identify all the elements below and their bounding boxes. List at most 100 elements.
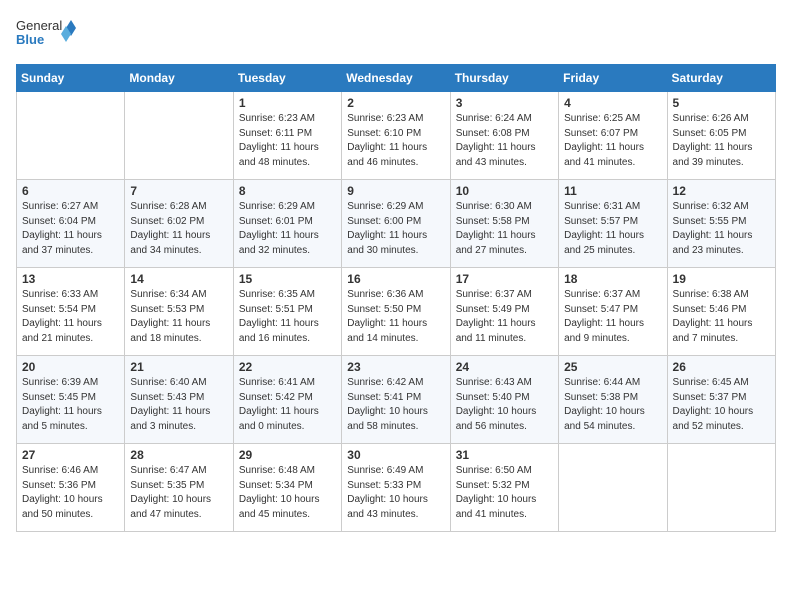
calendar-cell: 19Sunrise: 6:38 AM Sunset: 5:46 PM Dayli… bbox=[667, 268, 775, 356]
day-number: 7 bbox=[130, 184, 227, 198]
calendar-cell: 24Sunrise: 6:43 AM Sunset: 5:40 PM Dayli… bbox=[450, 356, 558, 444]
day-info: Sunrise: 6:35 AM Sunset: 5:51 PM Dayligh… bbox=[239, 288, 336, 346]
day-info: Sunrise: 6:29 AM Sunset: 6:01 PM Dayligh… bbox=[239, 200, 336, 258]
calendar-cell: 27 Sunrise: 6:46 AM Sunset: 5:36 PM Dayli… bbox=[17, 444, 125, 532]
calendar-cell: 12Sunrise: 6:32 AM Sunset: 5:55 PM Dayli… bbox=[667, 180, 775, 268]
calendar-week-row: 20Sunrise: 6:39 AM Sunset: 5:45 PM Dayli… bbox=[17, 356, 776, 444]
day-number: 15 bbox=[239, 272, 336, 286]
calendar-week-row: 27 Sunrise: 6:46 AM Sunset: 5:36 PM Dayli… bbox=[17, 444, 776, 532]
calendar-table: SundayMondayTuesdayWednesdayThursdayFrid… bbox=[16, 64, 776, 532]
calendar-cell: 1Sunrise: 6:23 AM Sunset: 6:11 PM Daylig… bbox=[233, 92, 341, 180]
weekday-label: Saturday bbox=[667, 65, 775, 92]
calendar-body: 1Sunrise: 6:23 AM Sunset: 6:11 PM Daylig… bbox=[17, 92, 776, 532]
calendar-cell bbox=[667, 444, 775, 532]
calendar-cell: 7 Sunrise: 6:28 AM Sunset: 6:02 PM Daylig… bbox=[125, 180, 233, 268]
day-info: Sunrise: 6:34 AM Sunset: 5:53 PM Dayligh… bbox=[130, 288, 227, 346]
day-number: 3 bbox=[456, 96, 553, 110]
svg-text:Blue: Blue bbox=[16, 32, 44, 47]
day-info: Sunrise: 6:43 AM Sunset: 5:40 PM Dayligh… bbox=[456, 376, 553, 434]
day-info: Sunrise: 6:36 AM Sunset: 5:50 PM Dayligh… bbox=[347, 288, 444, 346]
day-number: 4 bbox=[564, 96, 661, 110]
day-info: Sunrise: 6:44 AM Sunset: 5:38 PM Dayligh… bbox=[564, 376, 661, 434]
day-number: 2 bbox=[347, 96, 444, 110]
day-info: Sunrise: 6:37 AM Sunset: 5:49 PM Dayligh… bbox=[456, 288, 553, 346]
calendar-cell: 5 Sunrise: 6:26 AM Sunset: 6:05 PM Daylig… bbox=[667, 92, 775, 180]
calendar-week-row: 1Sunrise: 6:23 AM Sunset: 6:11 PM Daylig… bbox=[17, 92, 776, 180]
weekday-label: Thursday bbox=[450, 65, 558, 92]
day-info: Sunrise: 6:27 AM Sunset: 6:04 PM Dayligh… bbox=[22, 200, 119, 258]
day-number: 8 bbox=[239, 184, 336, 198]
svg-text:General: General bbox=[16, 18, 62, 33]
day-number: 16 bbox=[347, 272, 444, 286]
day-number: 9 bbox=[347, 184, 444, 198]
weekday-label: Monday bbox=[125, 65, 233, 92]
day-number: 28 bbox=[130, 448, 227, 462]
day-info: Sunrise: 6:32 AM Sunset: 5:55 PM Dayligh… bbox=[673, 200, 770, 258]
day-info: Sunrise: 6:46 AM Sunset: 5:36 PM Dayligh… bbox=[22, 464, 119, 522]
day-number: 19 bbox=[673, 272, 770, 286]
calendar-cell: 13 Sunrise: 6:33 AM Sunset: 5:54 PM Dayli… bbox=[17, 268, 125, 356]
day-info: Sunrise: 6:50 AM Sunset: 5:32 PM Dayligh… bbox=[456, 464, 553, 522]
day-info: Sunrise: 6:48 AM Sunset: 5:34 PM Dayligh… bbox=[239, 464, 336, 522]
calendar-cell: 29 Sunrise: 6:48 AM Sunset: 5:34 PM Dayli… bbox=[233, 444, 341, 532]
weekday-label: Friday bbox=[559, 65, 667, 92]
day-info: Sunrise: 6:29 AM Sunset: 6:00 PM Dayligh… bbox=[347, 200, 444, 258]
day-number: 1 bbox=[239, 96, 336, 110]
day-number: 18 bbox=[564, 272, 661, 286]
day-info: Sunrise: 6:40 AM Sunset: 5:43 PM Dayligh… bbox=[130, 376, 227, 434]
weekday-label: Sunday bbox=[17, 65, 125, 92]
weekday-header-row: SundayMondayTuesdayWednesdayThursdayFrid… bbox=[17, 65, 776, 92]
day-number: 31 bbox=[456, 448, 553, 462]
day-info: Sunrise: 6:33 AM Sunset: 5:54 PM Dayligh… bbox=[22, 288, 119, 346]
day-number: 14 bbox=[130, 272, 227, 286]
logo: General Blue bbox=[16, 16, 76, 52]
calendar-cell: 9 Sunrise: 6:29 AM Sunset: 6:00 PM Daylig… bbox=[342, 180, 450, 268]
calendar-cell: 21Sunrise: 6:40 AM Sunset: 5:43 PM Dayli… bbox=[125, 356, 233, 444]
day-number: 13 bbox=[22, 272, 119, 286]
day-number: 29 bbox=[239, 448, 336, 462]
day-info: Sunrise: 6:41 AM Sunset: 5:42 PM Dayligh… bbox=[239, 376, 336, 434]
day-number: 22 bbox=[239, 360, 336, 374]
weekday-label: Tuesday bbox=[233, 65, 341, 92]
calendar-cell: 15 Sunrise: 6:35 AM Sunset: 5:51 PM Dayli… bbox=[233, 268, 341, 356]
day-number: 26 bbox=[673, 360, 770, 374]
calendar-cell: 28Sunrise: 6:47 AM Sunset: 5:35 PM Dayli… bbox=[125, 444, 233, 532]
day-number: 17 bbox=[456, 272, 553, 286]
calendar-cell: 10Sunrise: 6:30 AM Sunset: 5:58 PM Dayli… bbox=[450, 180, 558, 268]
day-info: Sunrise: 6:45 AM Sunset: 5:37 PM Dayligh… bbox=[673, 376, 770, 434]
day-info: Sunrise: 6:42 AM Sunset: 5:41 PM Dayligh… bbox=[347, 376, 444, 434]
day-info: Sunrise: 6:25 AM Sunset: 6:07 PM Dayligh… bbox=[564, 112, 661, 170]
calendar-cell: 23 Sunrise: 6:42 AM Sunset: 5:41 PM Dayli… bbox=[342, 356, 450, 444]
day-info: Sunrise: 6:28 AM Sunset: 6:02 PM Dayligh… bbox=[130, 200, 227, 258]
page-header: General Blue bbox=[16, 16, 776, 52]
day-number: 10 bbox=[456, 184, 553, 198]
calendar-cell: 6Sunrise: 6:27 AM Sunset: 6:04 PM Daylig… bbox=[17, 180, 125, 268]
calendar-cell: 17 Sunrise: 6:37 AM Sunset: 5:49 PM Dayli… bbox=[450, 268, 558, 356]
calendar-cell bbox=[17, 92, 125, 180]
calendar-week-row: 6Sunrise: 6:27 AM Sunset: 6:04 PM Daylig… bbox=[17, 180, 776, 268]
day-info: Sunrise: 6:24 AM Sunset: 6:08 PM Dayligh… bbox=[456, 112, 553, 170]
calendar-cell: 25Sunrise: 6:44 AM Sunset: 5:38 PM Dayli… bbox=[559, 356, 667, 444]
calendar-cell: 20Sunrise: 6:39 AM Sunset: 5:45 PM Dayli… bbox=[17, 356, 125, 444]
calendar-cell: 18Sunrise: 6:37 AM Sunset: 5:47 PM Dayli… bbox=[559, 268, 667, 356]
day-number: 5 bbox=[673, 96, 770, 110]
calendar-week-row: 13 Sunrise: 6:33 AM Sunset: 5:54 PM Dayli… bbox=[17, 268, 776, 356]
calendar-cell bbox=[559, 444, 667, 532]
day-info: Sunrise: 6:23 AM Sunset: 6:10 PM Dayligh… bbox=[347, 112, 444, 170]
calendar-cell: 14 Sunrise: 6:34 AM Sunset: 5:53 PM Dayli… bbox=[125, 268, 233, 356]
calendar-cell: 8 Sunrise: 6:29 AM Sunset: 6:01 PM Daylig… bbox=[233, 180, 341, 268]
calendar-cell: 2 Sunrise: 6:23 AM Sunset: 6:10 PM Daylig… bbox=[342, 92, 450, 180]
day-number: 20 bbox=[22, 360, 119, 374]
calendar-cell: 26 Sunrise: 6:45 AM Sunset: 5:37 PM Dayli… bbox=[667, 356, 775, 444]
day-info: Sunrise: 6:26 AM Sunset: 6:05 PM Dayligh… bbox=[673, 112, 770, 170]
calendar-cell: 11Sunrise: 6:31 AM Sunset: 5:57 PM Dayli… bbox=[559, 180, 667, 268]
day-number: 23 bbox=[347, 360, 444, 374]
day-number: 27 bbox=[22, 448, 119, 462]
calendar-cell bbox=[125, 92, 233, 180]
calendar-cell: 22 Sunrise: 6:41 AM Sunset: 5:42 PM Dayli… bbox=[233, 356, 341, 444]
calendar-cell: 16 Sunrise: 6:36 AM Sunset: 5:50 PM Dayli… bbox=[342, 268, 450, 356]
calendar-cell: 30Sunrise: 6:49 AM Sunset: 5:33 PM Dayli… bbox=[342, 444, 450, 532]
calendar-cell: 31 Sunrise: 6:50 AM Sunset: 5:32 PM Dayli… bbox=[450, 444, 558, 532]
calendar-cell: 4 Sunrise: 6:25 AM Sunset: 6:07 PM Daylig… bbox=[559, 92, 667, 180]
calendar-cell: 3 Sunrise: 6:24 AM Sunset: 6:08 PM Daylig… bbox=[450, 92, 558, 180]
